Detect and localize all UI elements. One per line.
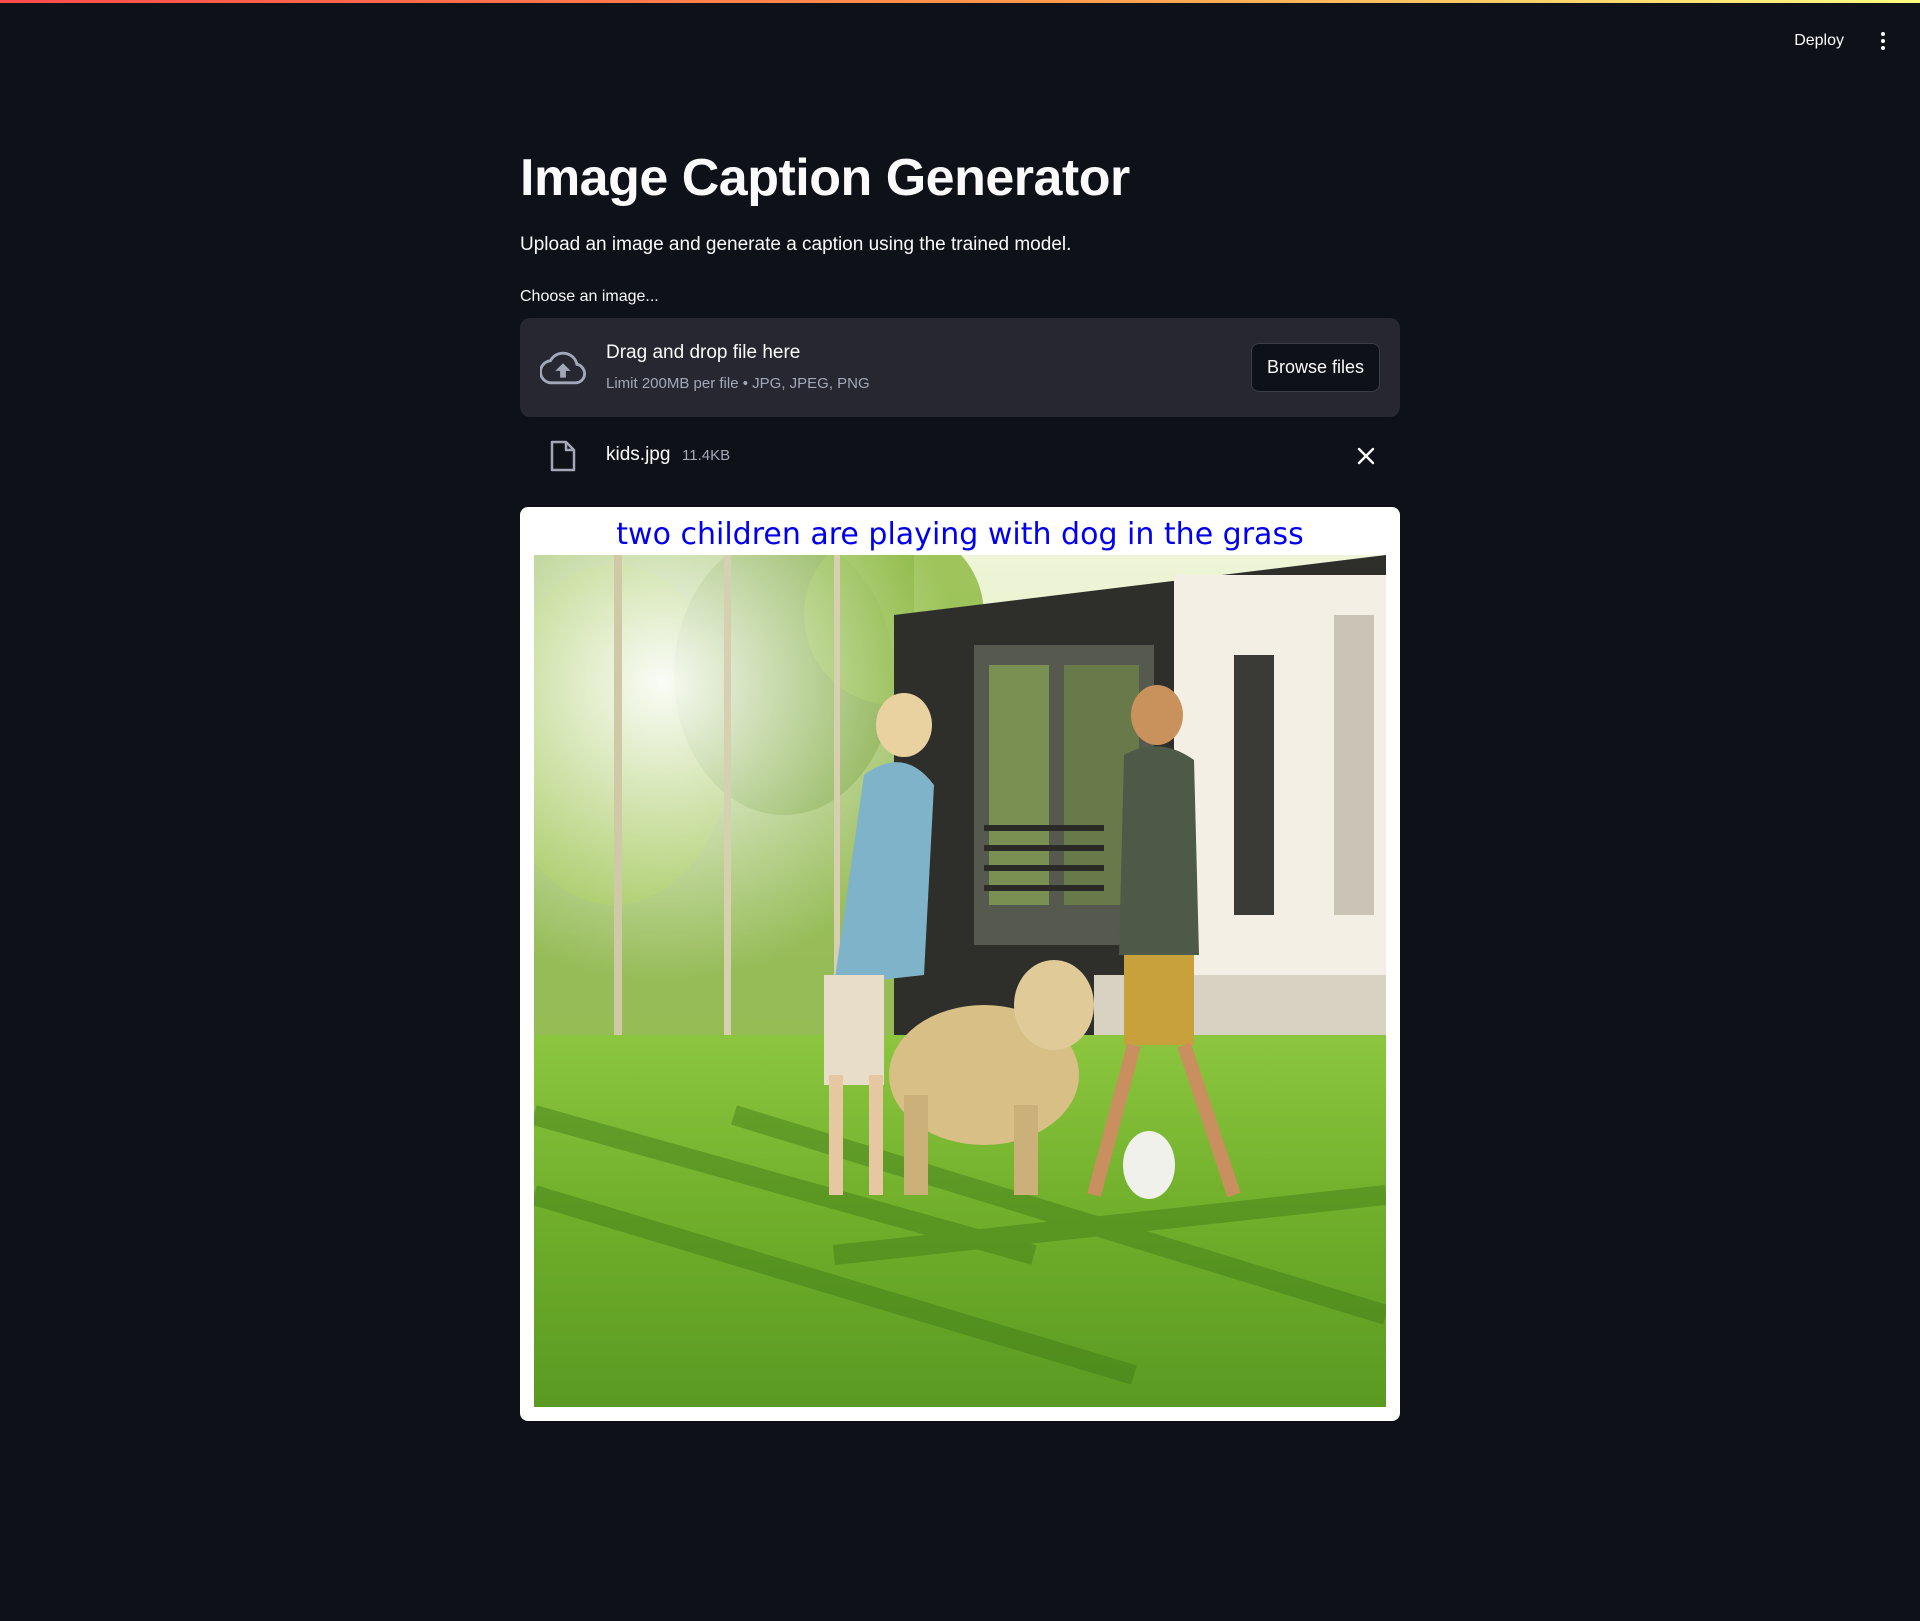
page-title: Image Caption Generator [520,149,1130,207]
uploaded-file-size: 11.4KB [682,447,731,464]
generated-caption: two children are playing with dog in the… [616,517,1304,552]
dropzone-title: Drag and drop file here [606,342,801,363]
cloud-upload-icon [540,351,586,385]
top-decoration-bar [0,0,1920,3]
browse-files-button[interactable]: Browse files [1250,343,1380,392]
page-description: Upload an image and generate a caption u… [520,234,1072,255]
file-dropzone[interactable]: Drag and drop file here Limit 200MB per … [520,318,1400,417]
dropzone-limit-text: Limit 200MB per file • JPG, JPEG, PNG [606,375,870,392]
uploaded-file-row: kids.jpg 11.4KB [520,432,1400,482]
app-header: Deploy [1790,26,1892,56]
uploaded-file-name: kids.jpg [606,444,671,465]
close-icon[interactable] [1354,444,1378,468]
uploaded-image-preview [534,555,1386,1407]
file-icon [550,440,576,472]
more-vertical-icon[interactable] [1874,29,1892,53]
caption-result-card: two children are playing with dog in the… [520,507,1400,1421]
deploy-button[interactable]: Deploy [1790,26,1848,56]
file-uploader-label: Choose an image... [520,288,659,305]
